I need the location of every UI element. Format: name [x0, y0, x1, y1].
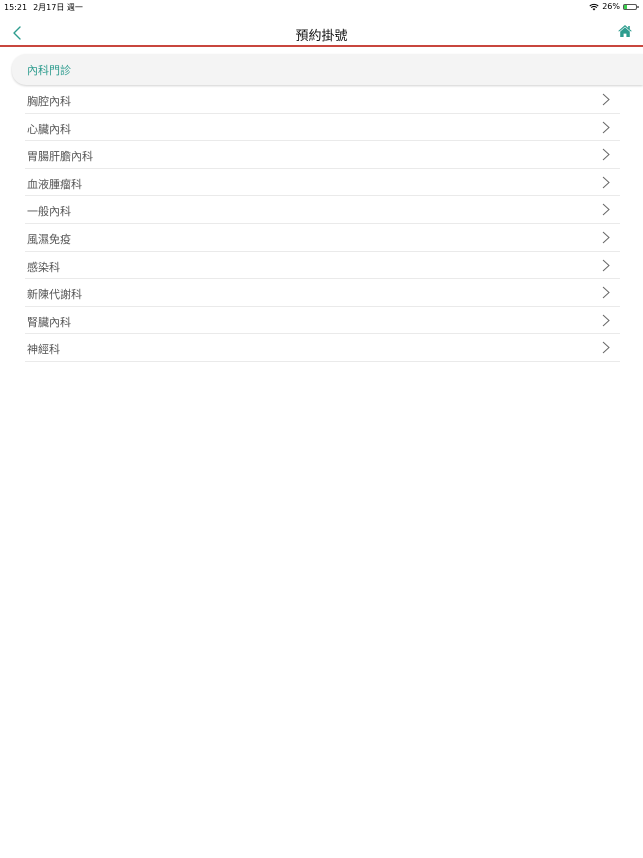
- section-title: 內科門診: [27, 64, 71, 77]
- chevron-right-icon: [602, 204, 610, 216]
- list-item[interactable]: 神經科: [25, 334, 620, 362]
- list-item[interactable]: 腎臟內科: [25, 307, 620, 335]
- list-item[interactable]: 感染科: [25, 252, 620, 280]
- list-item-label: 血液腫瘤科: [27, 177, 82, 191]
- list-item[interactable]: 胃腸肝膽內科: [25, 141, 620, 169]
- list-item[interactable]: 心臟內科: [25, 114, 620, 142]
- chevron-right-icon: [602, 121, 610, 133]
- list-item-label: 胸腔內科: [27, 95, 71, 108]
- list-item[interactable]: 風濕免疫: [25, 224, 620, 252]
- chevron-right-icon: [602, 314, 610, 327]
- list-item[interactable]: 胸腔內科: [25, 86, 620, 114]
- list-item-label: 風濕免疫: [27, 232, 71, 246]
- status-time: 15:21: [4, 3, 28, 12]
- chevron-right-icon: [602, 286, 610, 299]
- list-item[interactable]: 新陳代謝科: [25, 279, 620, 307]
- chevron-right-icon: [602, 259, 610, 271]
- battery-percent: 26%: [602, 2, 620, 11]
- chevron-right-icon: [602, 341, 610, 354]
- list-item[interactable]: 一般內科: [25, 196, 620, 224]
- list-item-label: 腎臟內科: [27, 315, 71, 329]
- list-item-label: 心臟內科: [27, 122, 71, 136]
- status-date: 2月17日 週一: [33, 3, 83, 12]
- department-list: 胸腔內科 心臟內科 胃腸肝膽內科 血液腫瘤科 一般內科 風濕免疫 感染科 新陳代…: [25, 86, 620, 362]
- section-header: 內科門診: [12, 54, 643, 85]
- list-item-label: 一般內科: [27, 205, 71, 219]
- list-item[interactable]: 血液腫瘤科: [25, 169, 620, 197]
- list-item-label: 神經科: [27, 343, 60, 357]
- chevron-right-icon: [602, 176, 610, 189]
- chevron-right-icon: [602, 231, 610, 244]
- chevron-right-icon: [602, 148, 610, 161]
- list-item-label: 胃腸肝膽內科: [27, 150, 93, 164]
- home-icon: [618, 25, 632, 37]
- page-title: 預約掛號: [295, 29, 348, 44]
- status-left: 15:21 2月17日 週一: [4, 2, 83, 13]
- list-item-label: 新陳代謝科: [27, 288, 82, 302]
- home-button[interactable]: [617, 23, 635, 41]
- chevron-right-icon: [602, 93, 610, 106]
- status-right: 26%: [589, 2, 639, 11]
- battery-icon: [623, 3, 639, 10]
- wifi-icon: [589, 3, 599, 10]
- list-item-label: 感染科: [27, 260, 60, 274]
- status-bar: 15:21 2月17日 週一 26%: [0, 0, 643, 14]
- nav-bar: 預約掛號: [0, 18, 643, 47]
